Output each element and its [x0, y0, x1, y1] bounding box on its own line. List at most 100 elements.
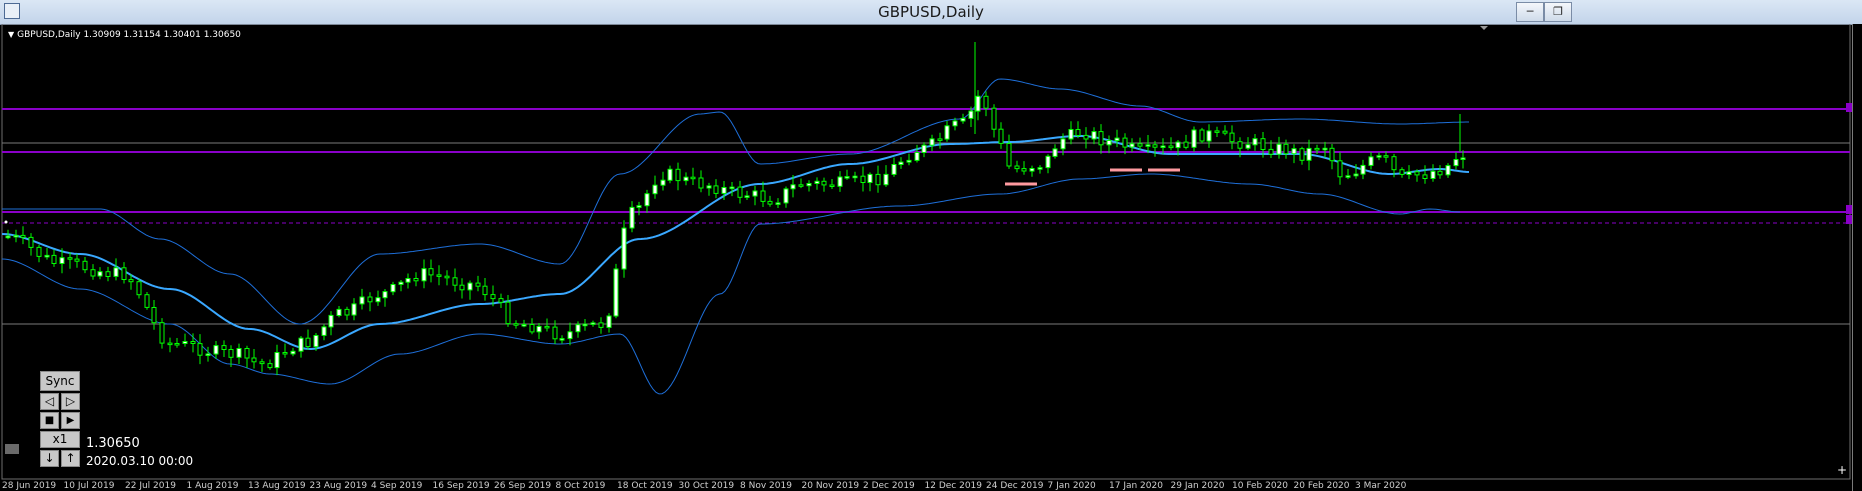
datetime-readout: 2020.03.10 00:00	[86, 454, 194, 468]
chart-area[interactable]	[0, 24, 1862, 491]
candle-body	[59, 257, 65, 264]
date-tick-label: 12 Dec 2019	[924, 481, 983, 491]
symbol-ohlc-text: GBPUSD,Daily 1.30909 1.31154 1.30401 1.3…	[17, 30, 241, 40]
candle-body	[606, 315, 612, 328]
moving-average	[1, 135, 1470, 351]
prev-icon[interactable]: ◁	[40, 393, 59, 410]
date-tick-label: 26 Sep 2019	[494, 481, 552, 491]
collapse-triangle-icon[interactable]: ▼	[8, 30, 14, 39]
candle-body	[1137, 143, 1143, 147]
candle-body	[136, 281, 142, 296]
candle-body	[667, 168, 673, 181]
candle-body	[1214, 130, 1220, 133]
candle-body	[775, 202, 781, 205]
candle-body	[1199, 129, 1205, 142]
minimize-button[interactable]: ─	[1516, 2, 1544, 22]
candle-body	[991, 107, 997, 130]
candle-body	[744, 195, 750, 198]
date-tick-label: 16 Sep 2019	[432, 481, 490, 491]
symbol-header: ▼ GBPUSD,Daily 1.30909 1.31154 1.30401 1.…	[8, 30, 241, 40]
date-tick-label: 24 Dec 2019	[986, 481, 1044, 491]
candle-body	[221, 345, 227, 351]
up-icon[interactable]: ↑	[61, 450, 80, 467]
chart-frame	[1, 24, 1851, 480]
candle-body	[1337, 160, 1343, 178]
zoom-button[interactable]: x1	[40, 431, 80, 448]
candle-body	[1252, 138, 1258, 146]
candle-body	[806, 183, 812, 187]
candle-body	[752, 190, 758, 197]
candle-body	[1168, 145, 1174, 149]
candle-body	[1299, 148, 1305, 161]
play-icon[interactable]: ▶	[61, 412, 80, 429]
date-tick-label: 23 Aug 2019	[309, 481, 368, 491]
candle-body	[67, 257, 73, 260]
down-icon[interactable]: ↓	[40, 450, 59, 467]
candle-body	[1322, 147, 1328, 151]
candle-body	[1306, 147, 1312, 161]
plus-icon[interactable]: +	[1836, 464, 1848, 477]
candle-body	[690, 176, 696, 180]
date-tick-label: 10 Jul 2019	[63, 481, 115, 491]
price-axis[interactable]	[1852, 24, 1862, 491]
candle-body	[1391, 156, 1397, 171]
candle-body	[459, 284, 465, 291]
shift-marker-icon	[1480, 26, 1488, 30]
candle-body	[1191, 129, 1197, 148]
candle-body	[390, 284, 396, 293]
price-chart[interactable]	[0, 24, 1852, 481]
sync-button[interactable]: Sync	[40, 371, 80, 391]
candle-body	[1353, 173, 1359, 177]
candle-body	[737, 186, 743, 198]
candle-body	[652, 184, 658, 195]
candle-body	[305, 337, 311, 348]
candle-body	[244, 348, 250, 359]
candle-body	[1129, 143, 1135, 148]
candle-body	[144, 294, 150, 308]
candle-body	[1260, 138, 1266, 150]
scroll-indicator[interactable]	[5, 444, 19, 454]
candle-body	[428, 268, 434, 276]
candle-body	[282, 352, 288, 355]
candle-body	[960, 117, 966, 122]
candle-body	[1098, 131, 1104, 146]
candle-body	[1291, 148, 1297, 155]
candle-body	[683, 176, 689, 182]
candle-body	[844, 176, 850, 179]
date-tick-label: 8 Nov 2019	[740, 481, 792, 491]
date-axis: 28 Jun 2019 10 Jul 2019 22 Jul 2019 1 Aug 2…	[0, 481, 1852, 491]
next-icon[interactable]: ▷	[61, 393, 80, 410]
candle-body	[28, 236, 34, 248]
candle-body	[1021, 168, 1027, 172]
candle-body	[559, 338, 565, 341]
candle-body	[790, 184, 796, 190]
date-tick-label: 4 Sep 2019	[371, 481, 423, 491]
candle-body	[174, 343, 180, 346]
candle-body	[5, 235, 11, 239]
candle-body	[336, 308, 342, 316]
candle-body	[929, 138, 935, 146]
candle-body	[1091, 131, 1097, 140]
candle-body	[44, 254, 50, 258]
candle-body	[128, 279, 134, 283]
candle-body	[629, 206, 635, 229]
candle-body	[444, 275, 450, 279]
candle-body	[151, 307, 157, 324]
candle-body	[1060, 138, 1066, 150]
stop-icon[interactable]: ■	[40, 412, 59, 429]
candle-body	[713, 185, 719, 194]
date-tick-label: 28 Jun 2019	[2, 481, 57, 491]
candle-body	[467, 282, 473, 291]
candle-body	[205, 353, 211, 356]
candle-body	[359, 296, 365, 305]
candle-body	[321, 326, 327, 336]
candle-body	[767, 200, 773, 205]
candle-body	[1376, 155, 1382, 158]
candle-body	[298, 337, 304, 352]
restore-button[interactable]: ❐	[1544, 2, 1572, 22]
candle-body	[1152, 144, 1158, 148]
candle-body	[883, 173, 889, 186]
candle-body	[513, 323, 519, 326]
candle-body	[182, 341, 188, 344]
candle-body	[660, 179, 666, 186]
